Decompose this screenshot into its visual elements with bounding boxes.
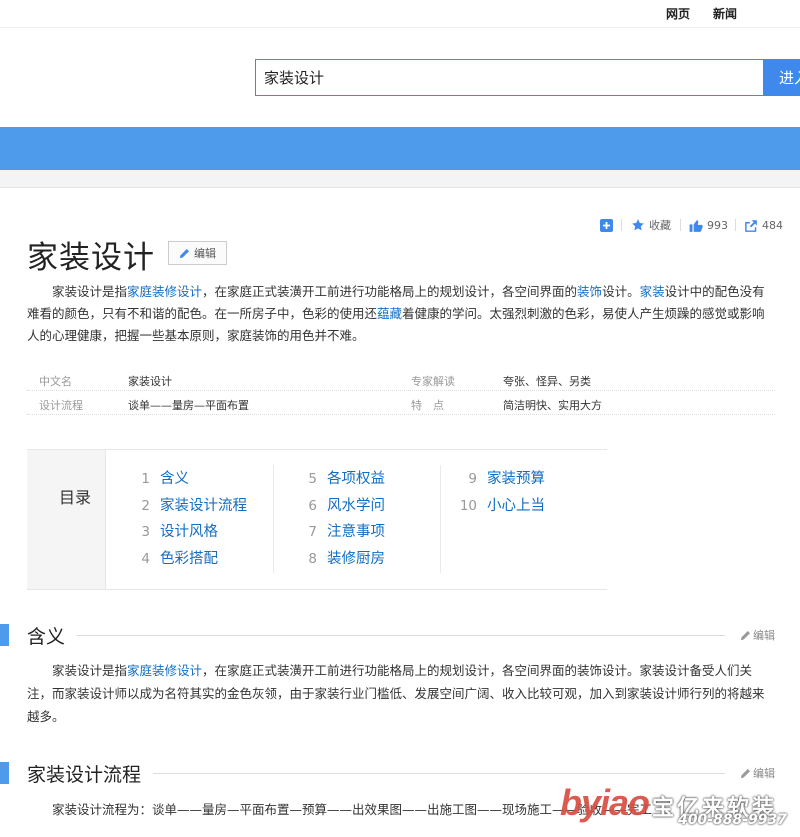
catalog-number: 9 <box>468 471 477 487</box>
info-key: 中文名 <box>39 375 72 388</box>
catalog-item[interactable]: 8 装修厨房 <box>298 547 385 574</box>
summary-link[interactable]: 装饰 <box>577 284 602 299</box>
search-input[interactable] <box>255 59 763 96</box>
catalog-side: 目录 <box>27 450 106 589</box>
section-title: 家装设计流程 <box>27 760 154 787</box>
catalog-item[interactable]: 6 风水学问 <box>298 494 385 521</box>
catalog-title: 目录 <box>59 488 92 507</box>
watermark-phone: 400-888-9937 <box>678 812 788 828</box>
info-row: 设计流程 谈单——量房—平面布置 特 点 简洁明快、实用大方 <box>27 392 775 415</box>
catalog-label: 风水学问 <box>327 497 385 514</box>
search-button[interactable]: 进入 <box>763 59 800 96</box>
section-header: 含义 编辑 <box>0 622 775 649</box>
catalog-item[interactable]: 7 注意事项 <box>298 520 385 547</box>
section-edit-button[interactable]: 编辑 <box>736 765 775 781</box>
catalog-label: 各项权益 <box>327 471 385 487</box>
catalog-item[interactable]: 10 小心上当 <box>458 494 545 521</box>
catalog-item[interactable]: 3 设计风格 <box>131 520 247 547</box>
pencil-icon <box>740 630 750 640</box>
info-value: 谈单——量房—平面布置 <box>128 399 249 412</box>
favorite-button[interactable]: 收藏 <box>631 216 671 234</box>
star-icon <box>632 219 644 231</box>
catalog-column: 1 含义 2 家装设计流程 3 设计风格 4 色彩搭配 <box>131 467 247 573</box>
summary-link[interactable]: 家庭装修设计 <box>127 284 202 299</box>
watermark-logo: byiao <box>560 782 650 823</box>
section-paragraph: 家装设计是指家庭装修设计，在家庭正式装潢开工前进行功能格局上的规划设计，各空间界… <box>27 659 775 728</box>
catalog-item[interactable]: 4 色彩搭配 <box>131 547 247 574</box>
section-edit-button[interactable]: 编辑 <box>736 627 775 643</box>
info-key: 设计流程 <box>39 399 83 412</box>
section-edit-label: 编辑 <box>753 629 775 642</box>
catalog-label: 装修厨房 <box>327 550 385 567</box>
catalog-item[interactable]: 2 家装设计流程 <box>131 494 247 521</box>
pencil-icon <box>179 248 189 258</box>
add-button[interactable] <box>600 216 613 234</box>
summary-text: ，在家庭正式装潢开工前进行功能格局上的规划设计，各空间界面的 <box>202 284 578 299</box>
catalog-number: 4 <box>141 550 150 567</box>
divider <box>680 219 681 231</box>
summary-paragraph: 家装设计是指家庭装修设计，在家庭正式装潢开工前进行功能格局上的规划设计，各空间界… <box>27 281 775 347</box>
edit-button[interactable]: 编辑 <box>168 241 227 265</box>
share-button[interactable]: 484 <box>744 216 783 234</box>
section-edit-label: 编辑 <box>753 767 775 780</box>
share-icon <box>745 219 757 232</box>
catalog-label: 家装设计流程 <box>160 497 247 514</box>
info-value: 夸张、怪异、另类 <box>503 375 591 388</box>
catalog-label: 色彩搭配 <box>160 550 218 567</box>
catalog-item[interactable]: 5 各项权益 <box>298 467 385 494</box>
watermark: byiao 宝亿来软装 400-888-9937 <box>560 780 800 837</box>
section-accent-bar <box>0 762 9 784</box>
section-accent-bar <box>0 624 9 646</box>
sub-band <box>0 170 800 188</box>
catalog-label: 小心上当 <box>487 497 545 514</box>
like-button[interactable]: 993 <box>689 216 728 234</box>
catalog-item[interactable]: 1 含义 <box>131 467 247 494</box>
divider <box>735 219 736 231</box>
catalog-column: 5 各项权益 6 风水学问 7 注意事项 8 装修厨房 <box>298 467 385 573</box>
top-nav: 网页 新闻 <box>0 0 800 28</box>
nav-link-news[interactable]: 新闻 <box>713 5 737 22</box>
like-count: 993 <box>707 218 728 232</box>
section-title: 含义 <box>27 622 78 649</box>
catalog-label: 含义 <box>160 471 189 487</box>
summary-text: 设计。 <box>602 284 640 299</box>
catalog-item[interactable]: 9 家装预算 <box>458 467 545 494</box>
summary-link[interactable]: 家装 <box>640 284 665 299</box>
catalog-number: 2 <box>141 497 150 514</box>
thumbs-up-icon <box>689 219 703 232</box>
catalog: 目录 1 含义 2 家装设计流程 3 设计风格 4 色彩搭配 5 各项权益 6 风水学问 7… <box>27 449 607 590</box>
info-value: 简洁明快、实用大方 <box>503 399 602 412</box>
catalog-number: 7 <box>308 524 317 540</box>
info-value: 家装设计 <box>128 375 172 388</box>
divider <box>621 219 622 231</box>
nav-band <box>0 127 800 170</box>
catalog-number: 5 <box>308 471 317 487</box>
page-title: 家装设计 <box>27 240 155 276</box>
catalog-label: 注意事项 <box>327 524 385 540</box>
info-key: 特 点 <box>411 399 444 412</box>
favorite-label: 收藏 <box>649 219 671 232</box>
catalog-number: 6 <box>308 497 317 514</box>
catalog-label: 家装预算 <box>487 471 545 487</box>
catalog-divider <box>440 465 441 573</box>
nav-link-web[interactable]: 网页 <box>666 5 690 22</box>
catalog-number: 10 <box>459 497 477 514</box>
catalog-divider <box>273 465 274 573</box>
info-row: 中文名 家装设计 专家解读 夸张、怪异、另类 <box>27 368 775 391</box>
paragraph-link[interactable]: 家庭装修设计 <box>127 663 202 678</box>
pencil-icon <box>740 768 750 778</box>
paragraph-text: 家装设计是指 <box>52 663 128 678</box>
info-key: 专家解读 <box>411 375 455 388</box>
catalog-number: 1 <box>141 471 150 487</box>
edit-label: 编辑 <box>194 247 216 260</box>
catalog-column: 9 家装预算 10 小心上当 <box>458 467 545 520</box>
catalog-number: 8 <box>308 550 317 567</box>
plus-square-icon <box>600 218 613 232</box>
share-count: 484 <box>762 218 783 232</box>
catalog-number: 3 <box>141 524 150 540</box>
catalog-label: 设计风格 <box>160 524 218 540</box>
section-rule <box>27 635 725 636</box>
summary-text: 家装设计是指 <box>52 284 128 299</box>
summary-link[interactable]: 蕴藏 <box>377 306 402 321</box>
